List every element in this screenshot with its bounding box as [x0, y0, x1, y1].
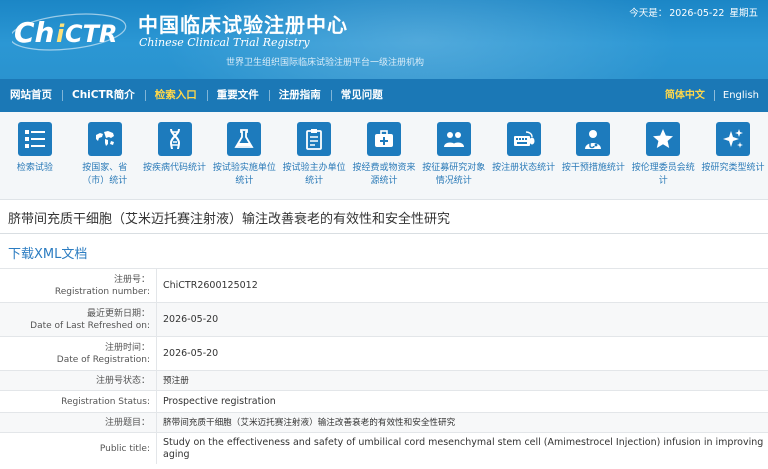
icon-link-recruitment[interactable]: 按征募研究对象情况统计	[419, 112, 489, 199]
nav-faq[interactable]: 常见问题	[330, 79, 393, 112]
main-nav: 网站首页 ChiCTR简介 检索入口 重要文件 注册指南 常见问题 简体中文 E…	[0, 79, 768, 112]
dna-icon	[157, 122, 192, 156]
row-label: 注册号： Registration number:	[0, 269, 156, 302]
icon-label: 按伦理委员会统计	[631, 163, 695, 186]
row-label: 注册号状态：	[95, 375, 150, 386]
table-row: 注册号状态： 预注册	[0, 370, 768, 390]
icon-label: 按试验主办单位统计	[282, 163, 346, 186]
table-row: 注册时间： Date of Registration: 2026-05-20	[0, 336, 768, 370]
site-header: Ch i CTR 中国临床试验注册中心 Chinese Clinical Tri…	[0, 0, 768, 79]
row-label: 注册题目：	[104, 417, 150, 428]
registration-number: ChiCTR2600125012	[156, 269, 768, 302]
lang-english[interactable]: English	[713, 79, 768, 112]
sparkle-icon	[716, 122, 751, 156]
icon-link-study-type[interactable]: 按研究类型统计	[698, 112, 768, 199]
icon-label: 按注册状态统计	[492, 163, 556, 173]
star-icon	[646, 122, 681, 156]
nav-guide[interactable]: 注册指南	[268, 79, 331, 112]
label-en: Registration number:	[54, 286, 150, 297]
table-row: 注册题目： 脐带间充质干细胞（艾米迈托赛注射液）输注改善衰老的有效性和安全性研究	[0, 412, 768, 432]
icon-label: 按干预措施统计	[561, 163, 625, 173]
icon-link-funding[interactable]: 按经费或物资来源统计	[349, 112, 419, 199]
table-row: 注册号： Registration number: ChiCTR26001250…	[0, 268, 768, 302]
table-row: Registration Status: Prospective registr…	[0, 390, 768, 412]
public-title-cn: 脐带间充质干细胞（艾米迈托赛注射液）输注改善衰老的有效性和安全性研究	[156, 413, 768, 432]
medkit-icon	[366, 122, 401, 156]
row-label: Registration Status:	[61, 396, 150, 407]
svg-text:Ch: Ch	[14, 16, 54, 49]
icon-link-institution[interactable]: 按试验实施单位统计	[209, 112, 279, 199]
icon-link-country[interactable]: 按国家、省（市）统计	[70, 112, 140, 199]
today-date: 今天是： 2026-05-22 星期五	[629, 5, 760, 19]
flask-icon	[227, 122, 262, 156]
label-cn: 最近更新日期：	[86, 308, 150, 319]
nav-home[interactable]: 网站首页	[0, 79, 62, 112]
label-en: Date of Last Refreshed on:	[30, 320, 150, 331]
registration-status-en: Prospective registration	[156, 391, 768, 412]
site-title-cn: 中国临床试验注册中心	[138, 13, 348, 37]
icon-label: 检索试验	[16, 163, 53, 173]
people-icon	[436, 122, 471, 156]
registration-info-table: 注册号： Registration number: ChiCTR26001250…	[0, 268, 768, 464]
icon-label: 按征募研究对象情况统计	[422, 163, 486, 186]
today-weekday: 星期五	[729, 8, 758, 19]
divider	[0, 233, 768, 234]
keyboard-icon	[506, 122, 541, 156]
icon-label: 按研究类型统计	[701, 163, 765, 173]
icon-label: 按国家、省（市）统计	[82, 163, 128, 186]
icon-label: 按经费或物资来源统计	[352, 163, 416, 186]
site-title-en: Chinese Clinical Trial Registry	[139, 36, 310, 49]
svg-text:CTR: CTR	[65, 20, 117, 48]
lang-chinese[interactable]: 简体中文	[656, 79, 714, 112]
nav-about[interactable]: ChiCTR简介	[62, 79, 145, 112]
icon-link-ethics[interactable]: 按伦理委员会统计	[628, 112, 698, 199]
icon-link-disease[interactable]: 按疾病代码统计	[140, 112, 210, 199]
last-refreshed-date: 2026-05-20	[156, 303, 768, 336]
today-value: 2026-05-22	[669, 8, 725, 19]
nav-search[interactable]: 检索入口	[144, 79, 207, 112]
icon-label: 按疾病代码统计	[143, 163, 207, 173]
icon-link-search-trials[interactable]: 检索试验	[0, 112, 70, 199]
clipboard-icon	[297, 122, 332, 156]
doctor-icon	[576, 122, 611, 156]
registration-date: 2026-05-20	[156, 337, 768, 370]
public-title-en: Study on the effectiveness and safety of…	[156, 433, 768, 464]
label-cn: 注册号：	[113, 274, 150, 285]
row-label: Public title:	[99, 443, 150, 454]
table-row: 最近更新日期： Date of Last Refreshed on: 2026-…	[0, 302, 768, 336]
icon-link-status[interactable]: 按注册状态统计	[489, 112, 559, 199]
table-row: Public title: Study on the effectiveness…	[0, 432, 768, 464]
icon-link-sponsor[interactable]: 按试验主办单位统计	[279, 112, 349, 199]
today-label: 今天是：	[629, 8, 668, 19]
chictr-logo[interactable]: Ch i CTR	[12, 12, 130, 52]
list-icon	[17, 122, 52, 156]
download-xml-link[interactable]: 下载XML文档	[8, 243, 87, 262]
nav-documents[interactable]: 重要文件	[206, 79, 269, 112]
site-subtitle: 世界卫生组织国际临床试验注册平台一级注册机构	[226, 58, 425, 68]
svg-text:i: i	[56, 20, 65, 48]
registration-status-cn: 预注册	[156, 371, 768, 390]
label-en: Date of Registration:	[56, 354, 150, 365]
row-label: 最近更新日期： Date of Last Refreshed on:	[0, 303, 156, 336]
page-title: 脐带间充质干细胞（艾米迈托赛注射液）输注改善衰老的有效性和安全性研究	[8, 212, 451, 227]
icon-label: 按试验实施单位统计	[212, 163, 276, 186]
row-label: 注册时间： Date of Registration:	[0, 337, 156, 370]
label-cn: 注册时间：	[104, 342, 150, 353]
world-map-icon	[87, 122, 122, 156]
stats-icon-bar: 检索试验 按国家、省（市）统计 按疾病代码统计 按试验实施单位统计 按试验主办单…	[0, 112, 768, 200]
icon-link-intervention[interactable]: 按干预措施统计	[559, 112, 629, 199]
